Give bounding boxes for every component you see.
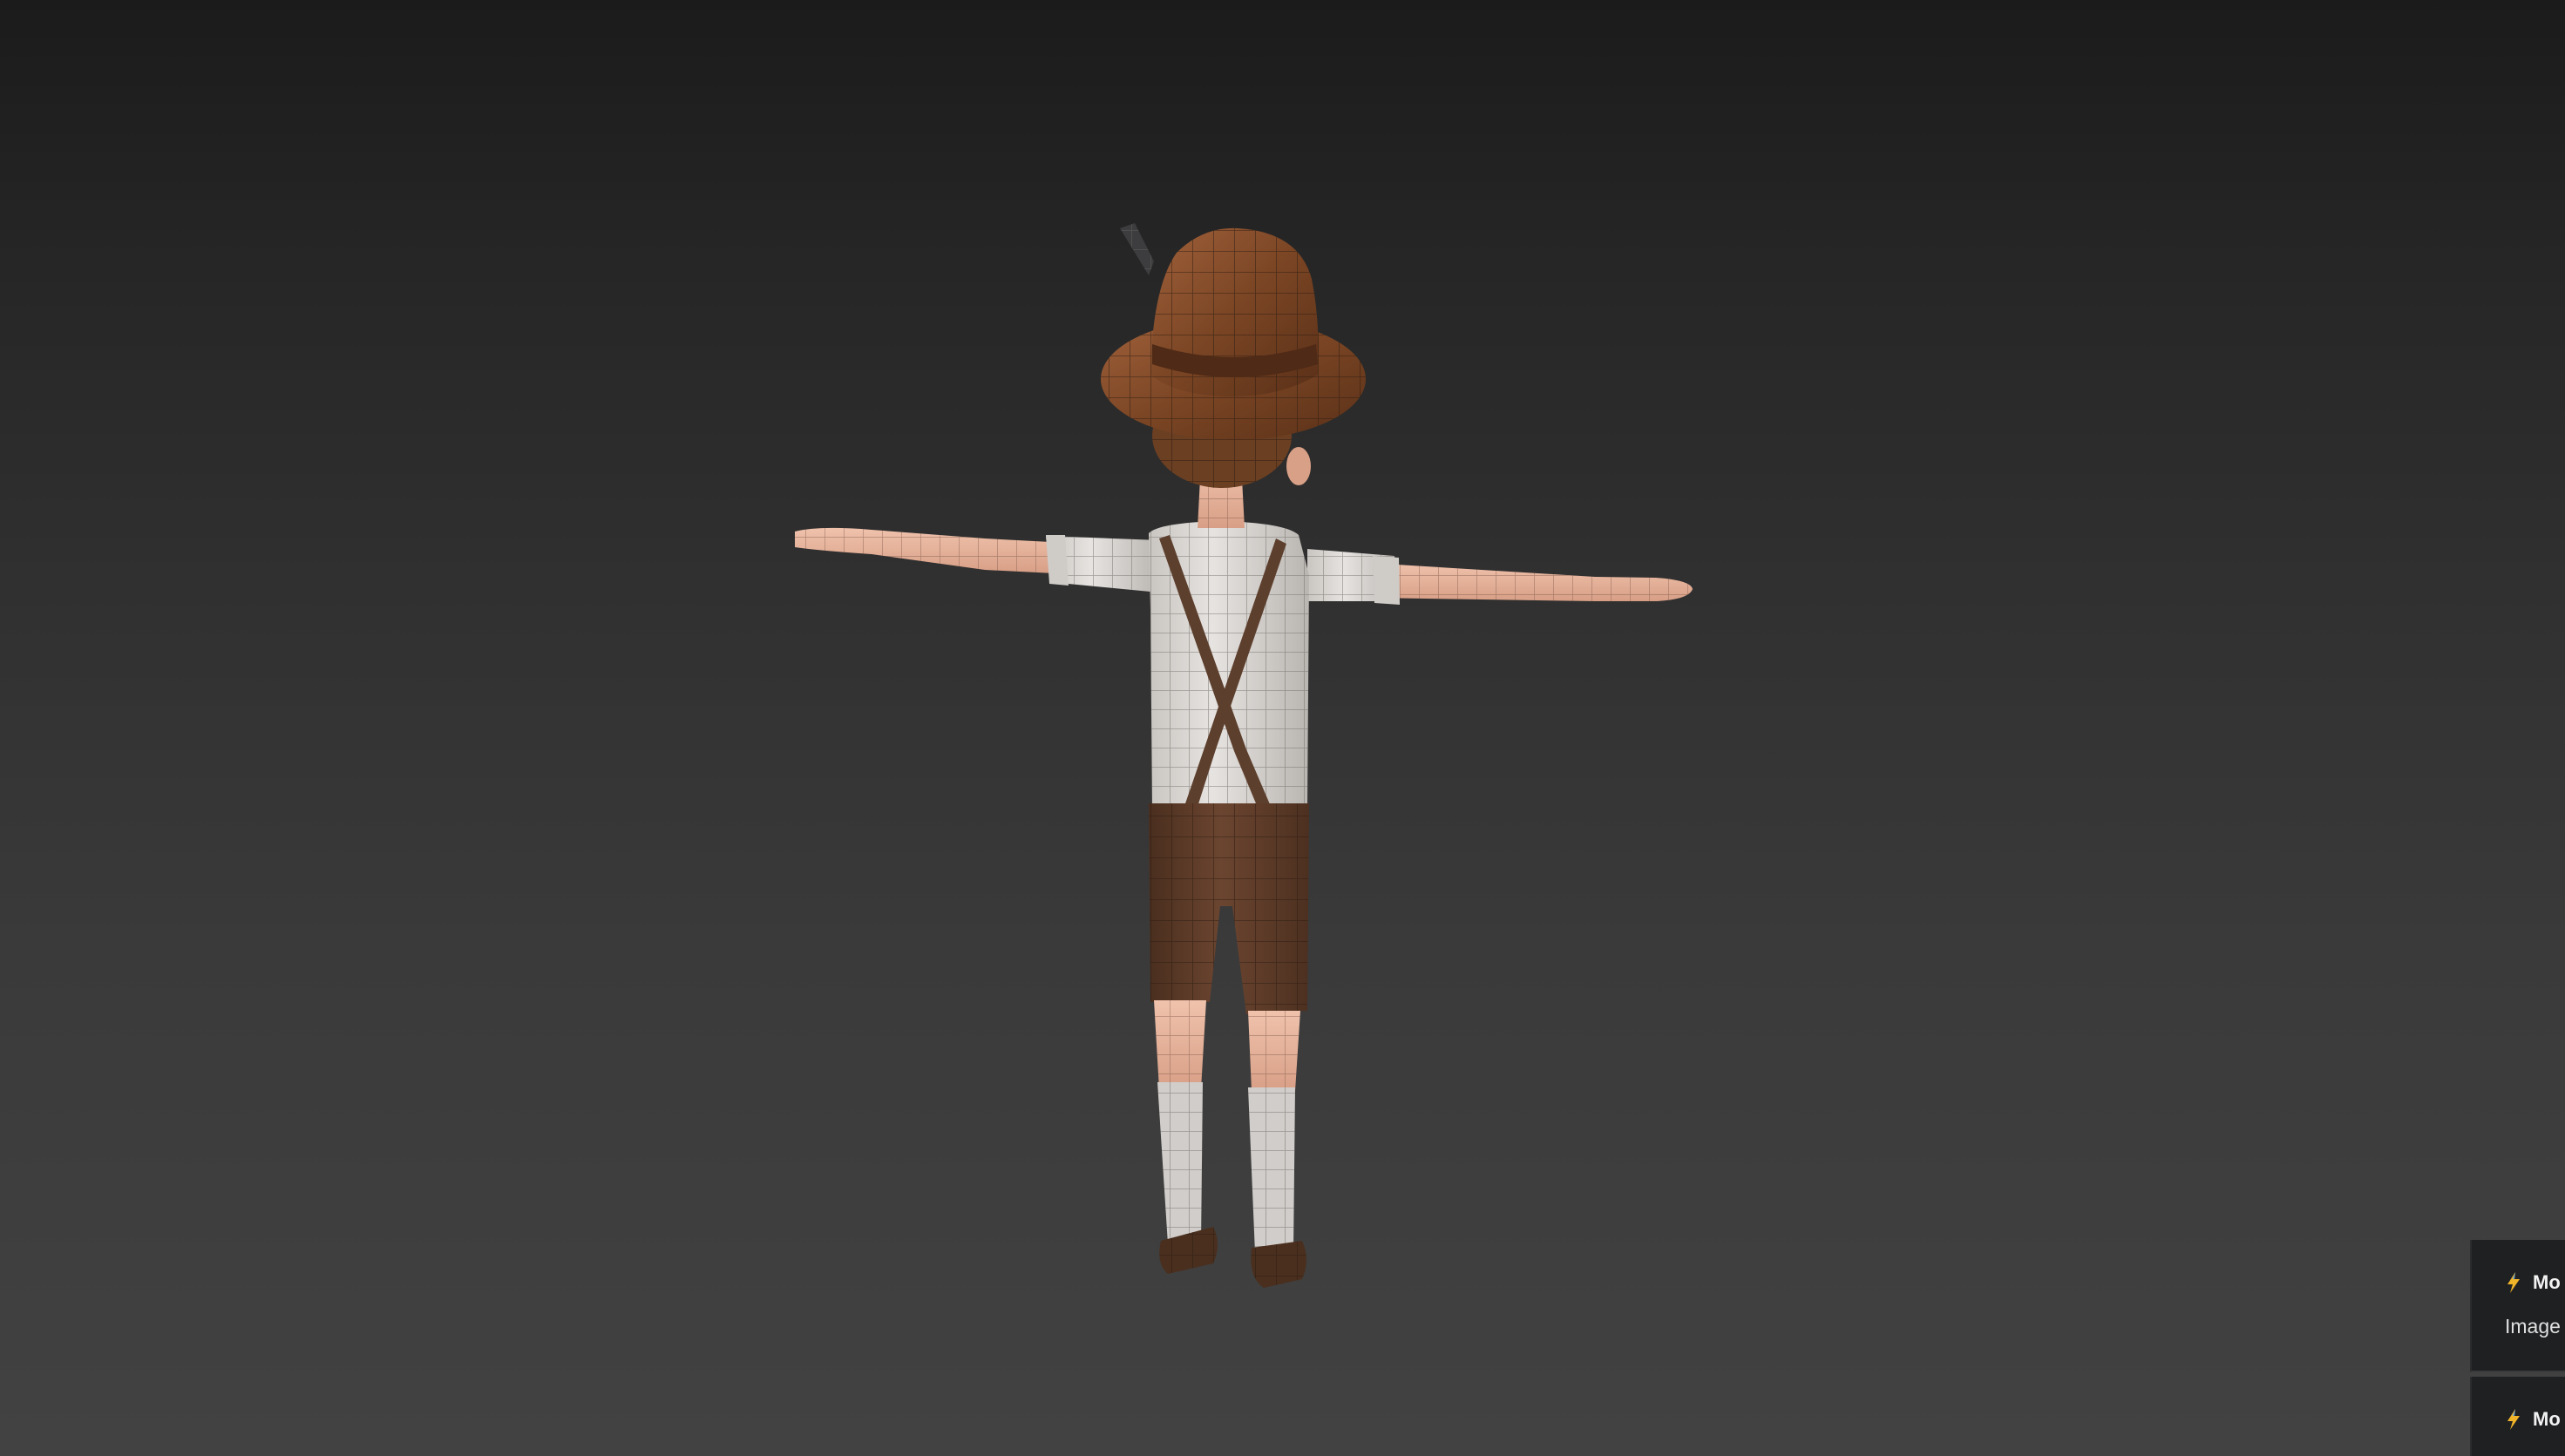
notification-header: Mo (2505, 1408, 2561, 1431)
right-sleeve (1307, 549, 1400, 605)
hat-feather (1120, 223, 1154, 275)
notification-header: Mo (2505, 1271, 2561, 1294)
left-arm (795, 527, 1055, 573)
right-arm (1368, 563, 1693, 601)
shorts (1149, 803, 1309, 1014)
left-leg (1154, 1000, 1206, 1244)
notification-body: Image c (2505, 1315, 2565, 1337)
notification-toast[interactable]: Mo (2470, 1377, 2565, 1456)
lightning-icon (2507, 1272, 2520, 1293)
notification-title: Mo (2533, 1271, 2561, 1293)
notification-title: Mo (2533, 1408, 2561, 1430)
right-shoe (1251, 1241, 1306, 1288)
right-leg (1248, 1011, 1300, 1253)
character-model[interactable] (0, 0, 2565, 1456)
notification-toast[interactable]: Mo Image c (2470, 1240, 2565, 1372)
lightning-icon (2507, 1409, 2520, 1430)
3d-viewport[interactable] (0, 0, 2565, 1456)
left-sleeve (1046, 535, 1159, 593)
